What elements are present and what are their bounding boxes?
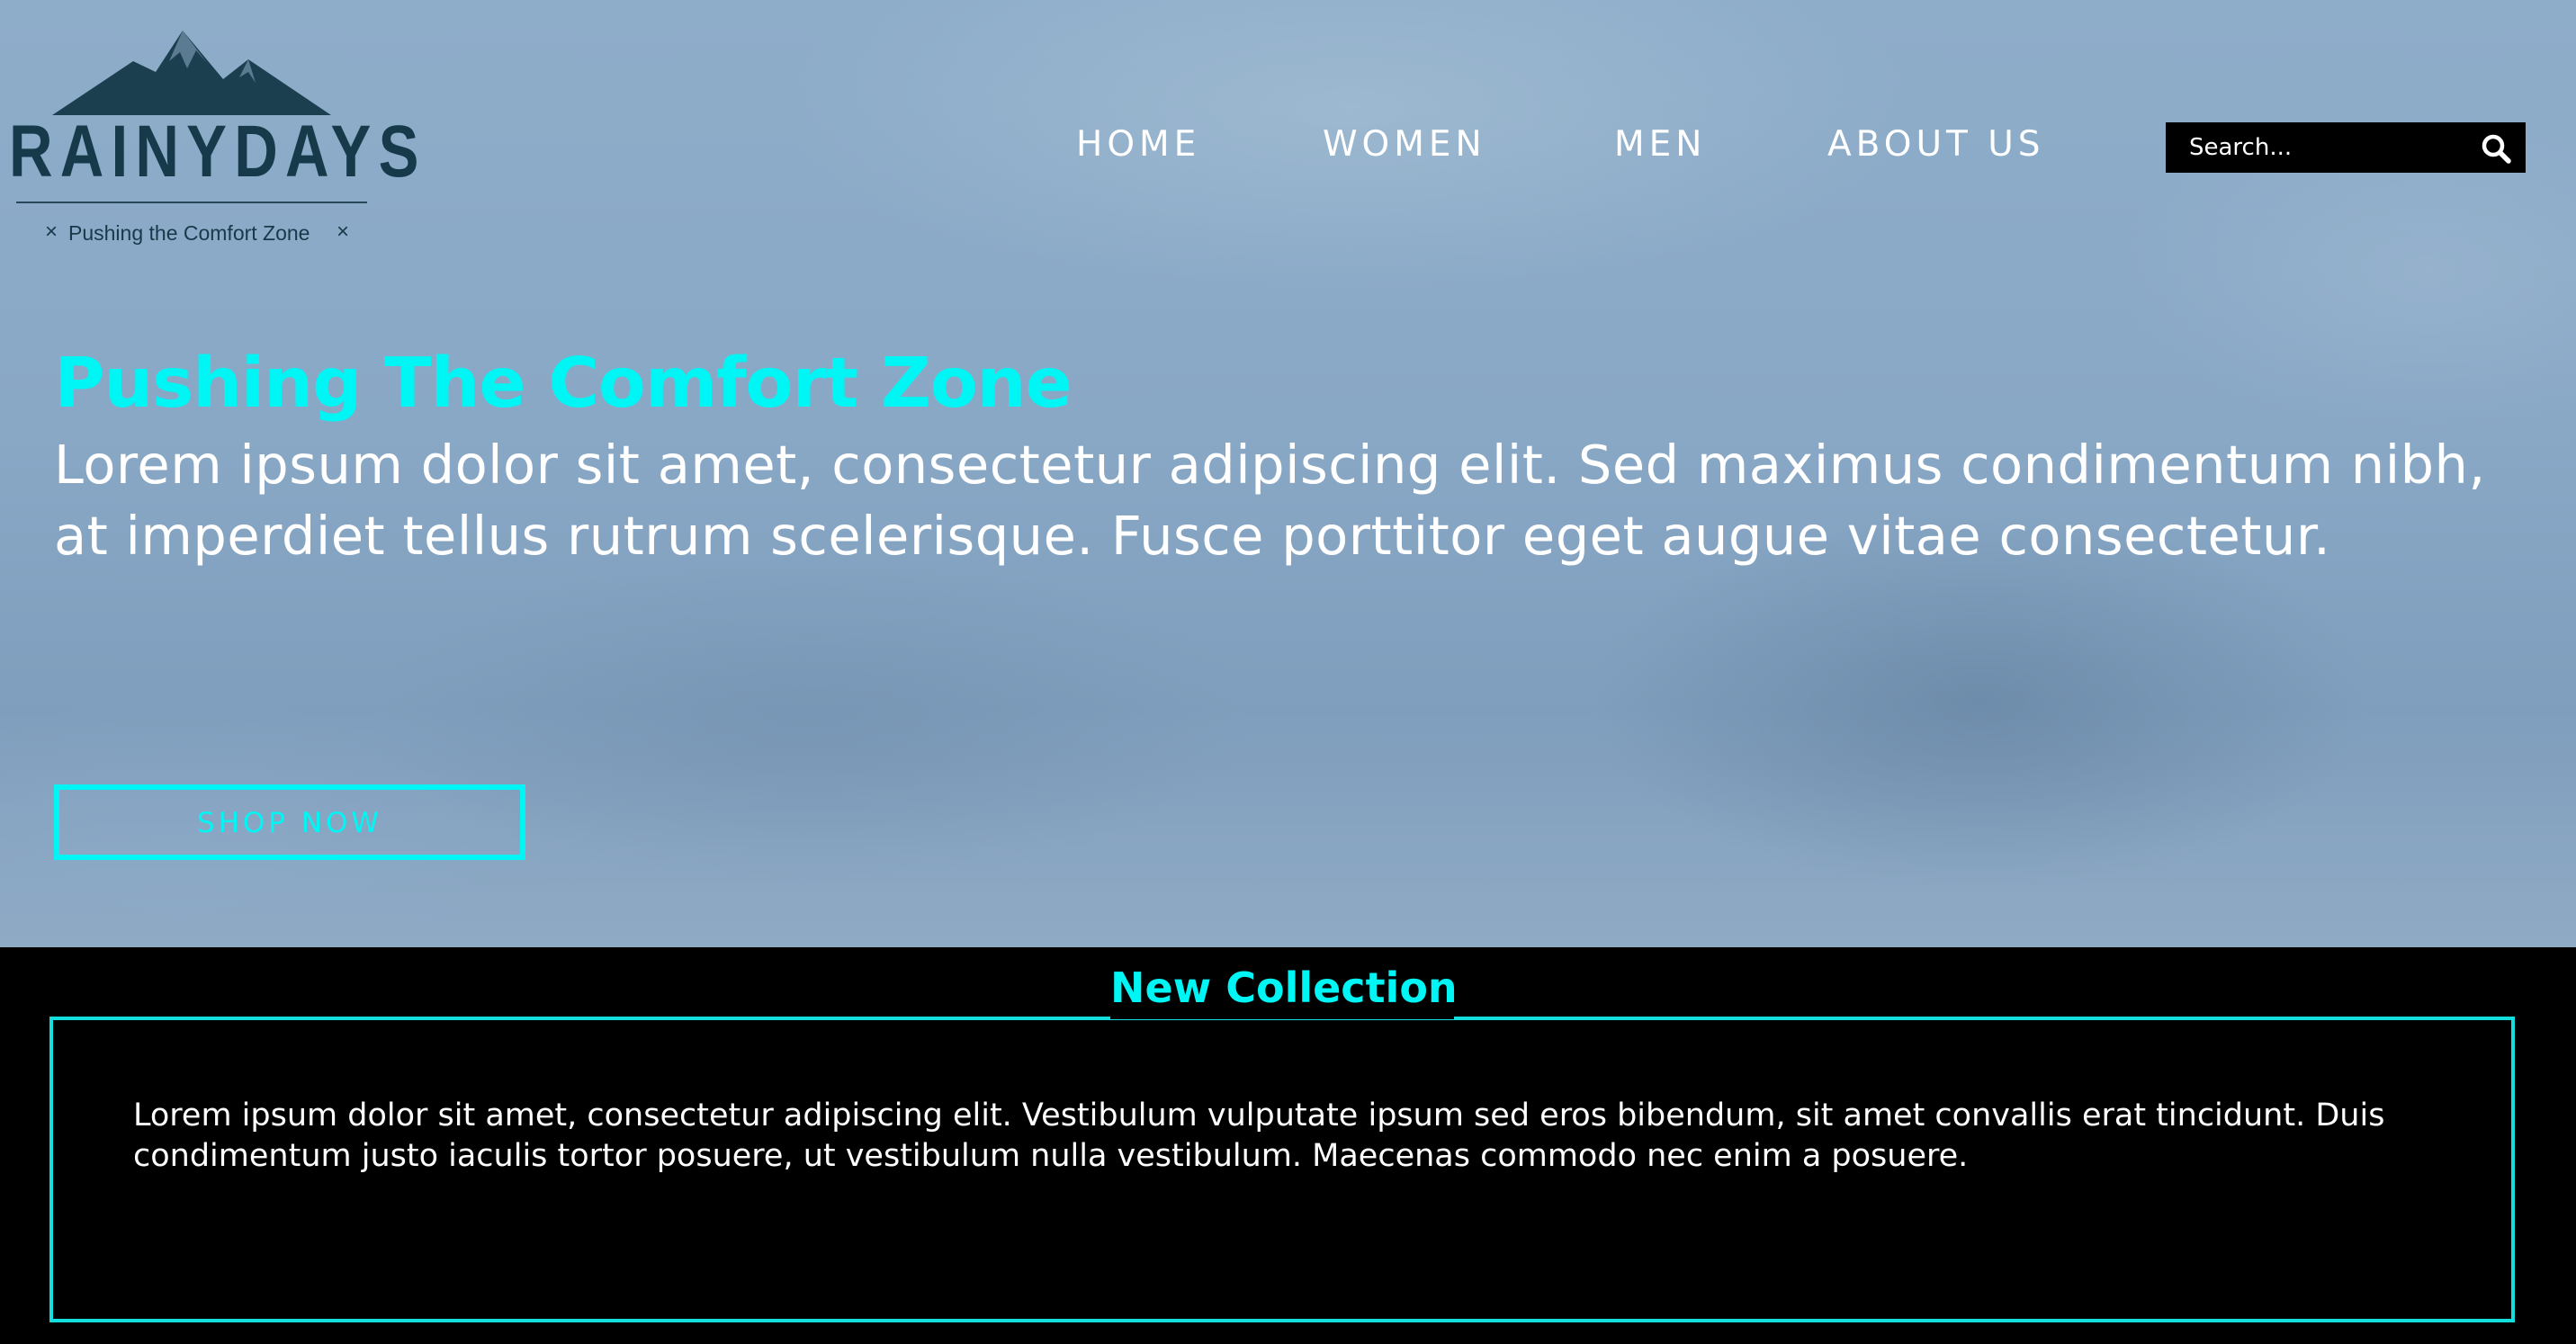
mountain-icon xyxy=(52,31,331,115)
search-input[interactable] xyxy=(2166,122,2472,173)
hero-section: RAINYDAYS × Pushing the Comfort Zone × H… xyxy=(0,0,2576,947)
hero-description: Lorem ipsum dolor sit amet, consectetur … xyxy=(54,434,2486,567)
hero-title: Pushing The Comfort Zone xyxy=(54,344,1073,424)
search-bar xyxy=(2166,122,2526,173)
logo-divider xyxy=(16,202,367,203)
tagline-mark-right: × xyxy=(337,220,350,244)
collection-title: New Collection xyxy=(1110,956,1458,1019)
brand-tagline: Pushing the Comfort Zone xyxy=(68,221,310,245)
nav-item-home[interactable]: HOME xyxy=(1076,124,1200,165)
nav-item-about-us[interactable]: ABOUT US xyxy=(1827,124,2045,165)
tagline-mark-left: × xyxy=(45,220,58,244)
search-icon[interactable] xyxy=(2481,133,2511,164)
collection-description: Lorem ipsum dolor sit amet, consectetur … xyxy=(133,1098,2385,1174)
brand-logo[interactable]: RAINYDAYS × Pushing the Comfort Zone × xyxy=(7,25,418,245)
nav-item-women[interactable]: WOMEN xyxy=(1323,124,1486,165)
brand-name: RAINYDAYS xyxy=(9,111,426,193)
shop-now-button[interactable]: SHOP NOW xyxy=(54,784,525,860)
nav-item-men[interactable]: MEN xyxy=(1614,124,1706,165)
